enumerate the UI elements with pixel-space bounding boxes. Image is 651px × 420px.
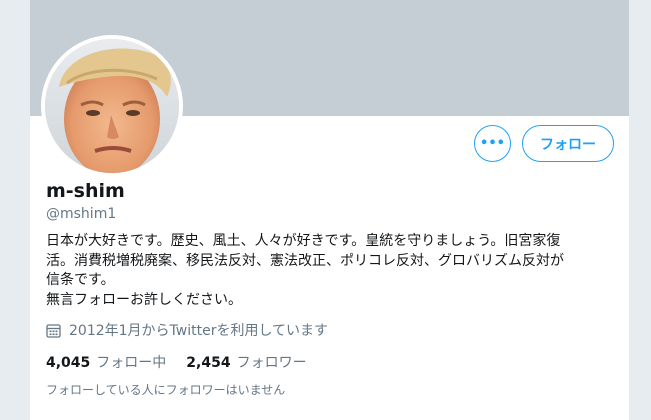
followers-stat-link[interactable]: 2,454 フォロワー <box>186 352 306 372</box>
bio-line: 無言フォローお許しください。 <box>46 291 242 308</box>
bio-line: 日本が大好きです。歴史、風土、人々が好きです。皇統を守りましょう。旧宮家復 <box>46 233 561 249</box>
bio-line: 信条です。 <box>46 272 115 288</box>
join-date-text: 2012年1月からTwitterを利用しています <box>69 323 329 339</box>
display-name[interactable]: m-shim <box>46 180 125 202</box>
avatar-portrait-image <box>45 39 179 173</box>
following-count: 4,045 <box>46 355 91 371</box>
profile-bio: 日本が大好きです。歴史、風土、人々が好きです。皇統を守りましょう。旧宮家復 活。… <box>46 232 611 310</box>
followers-label: フォロワー <box>236 355 307 371</box>
user-handle[interactable]: @mshim1 <box>46 206 116 222</box>
calendar-icon <box>46 323 61 338</box>
following-label: フォロー中 <box>96 355 167 371</box>
profile-stats: 4,045 フォロー中 2,454 フォロワー <box>46 352 327 372</box>
bio-line: 活。消費税増税廃案、移民法反対、憲法改正、ポリコレ反対、グロバリズム反対が <box>46 252 564 269</box>
following-stat-link[interactable]: 4,045 フォロー中 <box>46 352 166 372</box>
avatar[interactable] <box>41 35 183 177</box>
more-options-button[interactable]: ••• <box>474 125 511 162</box>
followers-count: 2,454 <box>186 355 231 371</box>
more-horizontal-icon: ••• <box>480 136 505 151</box>
follow-button[interactable]: フォロー <box>522 125 614 162</box>
profile-card: ••• フォロー m-shim @mshim1 日本が大好きです。歴史、風土、人… <box>30 0 629 420</box>
join-date: 2012年1月からTwitterを利用しています <box>46 320 328 340</box>
no-mutual-followers-text: フォローしている人にフォロワーはいません <box>46 383 286 397</box>
